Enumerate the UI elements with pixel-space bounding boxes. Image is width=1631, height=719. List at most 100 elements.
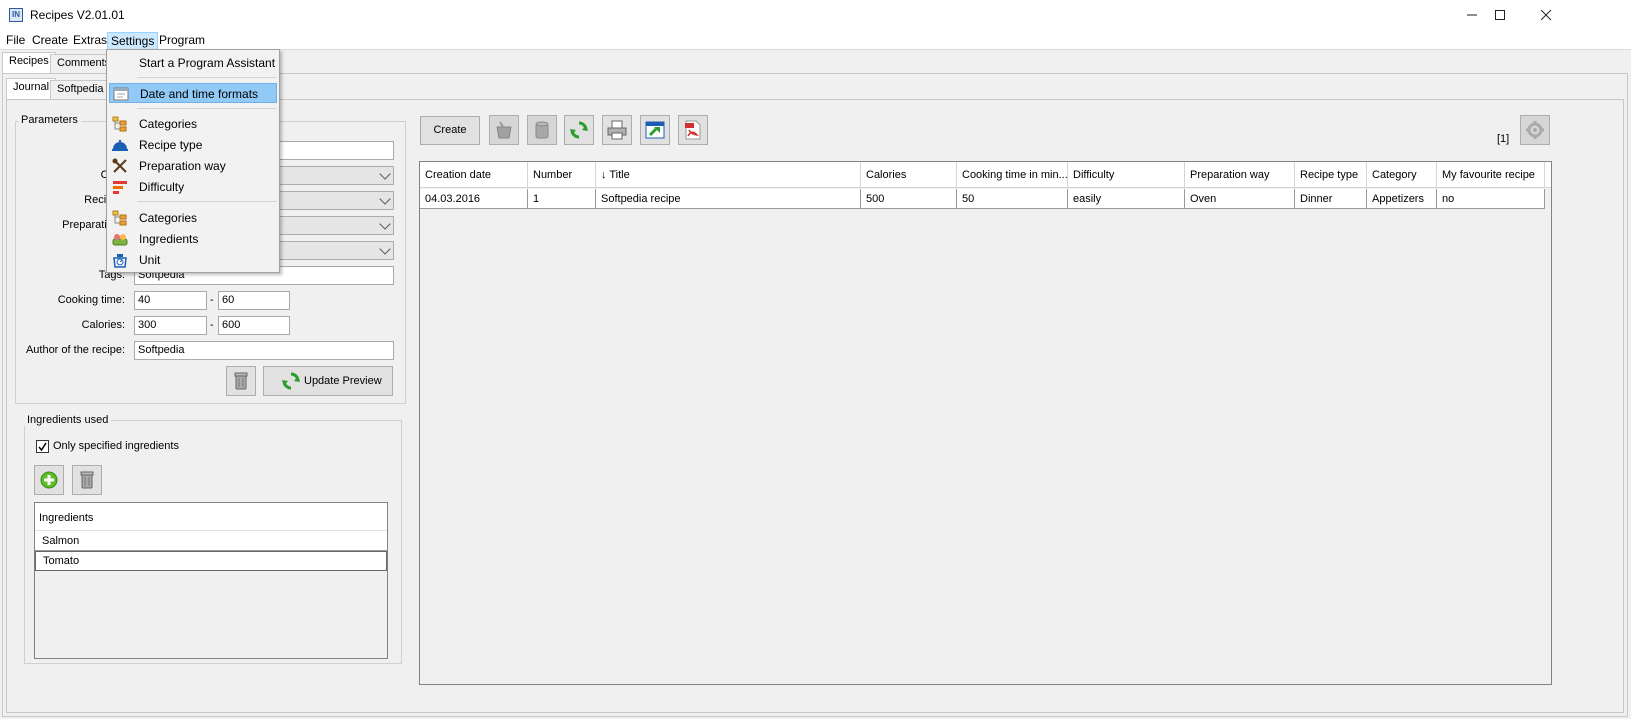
only-specified-checkbox[interactable]	[36, 440, 49, 453]
cell-creation-date: 04.03.2016	[420, 189, 528, 209]
printer-icon	[607, 120, 627, 140]
menu-settings[interactable]: Settings	[107, 32, 159, 50]
cell-recipe-type: Dinner	[1295, 189, 1367, 209]
cell-title: Softpedia recipe	[596, 189, 861, 209]
cell-category: Appetizers	[1367, 189, 1437, 209]
settings-button[interactable]	[1520, 115, 1550, 145]
clear-filter-button[interactable]	[226, 366, 256, 396]
maximize-button[interactable]	[1477, 0, 1523, 30]
refresh-button[interactable]	[564, 115, 594, 145]
column-recipe-type[interactable]: Recipe type	[1295, 162, 1367, 188]
chevron-down-icon	[379, 218, 391, 230]
menu-item-label: Difficulty	[139, 180, 185, 194]
chevron-down-icon	[379, 168, 391, 180]
tab-recipes[interactable]: Recipes	[2, 52, 56, 74]
column-difficulty[interactable]: Difficulty	[1068, 162, 1185, 188]
menu-item-preparation-way[interactable]: Preparation way	[109, 156, 277, 176]
tab-journal[interactable]: Journal	[6, 78, 57, 100]
author-input[interactable]: Softpedia	[134, 341, 394, 360]
record-count: [1]	[1497, 133, 1510, 145]
column-category[interactable]: Category	[1367, 162, 1437, 188]
pdf-export-button[interactable]	[678, 115, 708, 145]
folder-tree-icon	[112, 210, 127, 226]
menu-file[interactable]: File	[3, 32, 28, 50]
column-creation-date[interactable]: Creation date	[420, 162, 528, 188]
folder-tree-icon	[112, 116, 127, 132]
menu-item-unit[interactable]: Unit	[109, 250, 277, 270]
ingredients-group-title: Ingredients used	[24, 414, 112, 426]
trash-icon	[80, 471, 94, 489]
column-title[interactable]: ↓ Title	[596, 162, 861, 188]
menu-item-label: Ingredients	[139, 232, 199, 246]
ingredients-list: Ingredients Salmon Tomato	[34, 502, 388, 659]
list-item[interactable]: Tomato	[35, 551, 387, 571]
menu-separator	[137, 108, 277, 109]
update-preview-label: Update Preview	[304, 375, 382, 387]
menu-item-ingredients[interactable]: Ingredients	[109, 229, 277, 249]
cell-difficulty: easily	[1068, 189, 1185, 209]
settings-dropdown-menu: Start a Program Assistant Date and time …	[106, 49, 280, 273]
export-button[interactable]	[640, 115, 670, 145]
column-preparation-way[interactable]: Preparation way	[1185, 162, 1295, 188]
refresh-icon	[282, 372, 300, 390]
menu-bar: File Create Extras Settings Program	[0, 30, 1631, 50]
menu-item-categories[interactable]: Categories	[109, 114, 277, 134]
menu-separator	[137, 77, 277, 78]
difficulty-bars-icon	[113, 181, 127, 194]
calendar-icon	[113, 87, 129, 101]
ingredients-list-header: Ingredients	[35, 503, 387, 531]
menu-item-program-assistant[interactable]: Start a Program Assistant	[109, 53, 277, 73]
ingredient-name: Tomato	[43, 555, 80, 567]
print-button[interactable]	[602, 115, 632, 145]
calories-to-input[interactable]: 600	[218, 316, 290, 335]
ingredients-header-label: Ingredients	[39, 512, 94, 524]
pdf-icon	[685, 120, 701, 140]
create-button[interactable]: Create	[420, 116, 480, 145]
add-ingredient-button[interactable]	[34, 465, 64, 495]
calories-from-input[interactable]: 300	[134, 316, 207, 335]
column-calories[interactable]: Calories	[861, 162, 957, 188]
menu-item-label: Preparation way	[139, 159, 226, 173]
recipe-type-select[interactable]	[278, 191, 394, 210]
close-button[interactable]	[1523, 0, 1569, 30]
filter-input[interactable]	[278, 141, 394, 160]
cooking-time-from-input[interactable]: 40	[134, 291, 207, 310]
menu-item-ingredient-categories[interactable]: Categories	[109, 208, 277, 228]
preparation-way-select[interactable]	[278, 216, 394, 235]
close-icon	[1540, 9, 1552, 21]
range-separator: -	[210, 294, 214, 306]
edit-recipe-button[interactable]	[489, 115, 519, 145]
menu-extras[interactable]: Extras	[70, 32, 110, 50]
menu-item-date-time-formats[interactable]: Date and time formats	[109, 83, 277, 103]
export-icon	[645, 121, 665, 139]
difficulty-select[interactable]	[278, 241, 394, 260]
gear-icon	[1526, 121, 1544, 139]
category-select[interactable]	[278, 166, 394, 185]
chevron-down-icon	[379, 243, 391, 255]
remove-ingredient-button[interactable]	[72, 465, 102, 495]
table-row[interactable]: 04.03.2016 1 Softpedia recipe 500 50 eas…	[420, 189, 1545, 209]
range-separator: -	[210, 319, 214, 331]
menu-item-recipe-type[interactable]: Recipe type	[109, 135, 277, 155]
cell-cooking-time: 50	[957, 189, 1068, 209]
menu-create[interactable]: Create	[29, 32, 71, 50]
menu-item-difficulty[interactable]: Difficulty	[109, 177, 277, 197]
only-specified-label[interactable]: Only specified ingredients	[53, 440, 179, 452]
grid-header: Creation date Number ↓ Title Calories Co…	[420, 162, 1551, 188]
ingredients-icon	[112, 234, 128, 246]
author-label: Author of the recipe:	[25, 344, 125, 356]
delete-recipe-button[interactable]	[527, 115, 557, 145]
list-item[interactable]: Salmon	[35, 531, 387, 551]
cooking-time-label: Cooking time:	[57, 294, 125, 306]
column-number[interactable]: Number	[528, 162, 596, 188]
maximize-icon	[1495, 10, 1505, 20]
scale-icon	[113, 254, 127, 268]
cooking-time-to-input[interactable]: 60	[218, 291, 290, 310]
utensils-icon	[112, 158, 127, 173]
update-preview-button[interactable]: Update Preview	[263, 366, 393, 396]
column-favourite[interactable]: My favourite recipe	[1437, 162, 1545, 188]
column-cooking-time[interactable]: Cooking time in min...	[957, 162, 1068, 188]
menu-program[interactable]: Program	[156, 32, 208, 50]
cooking-pot-icon	[496, 121, 512, 139]
cell-favourite: no	[1437, 189, 1545, 209]
